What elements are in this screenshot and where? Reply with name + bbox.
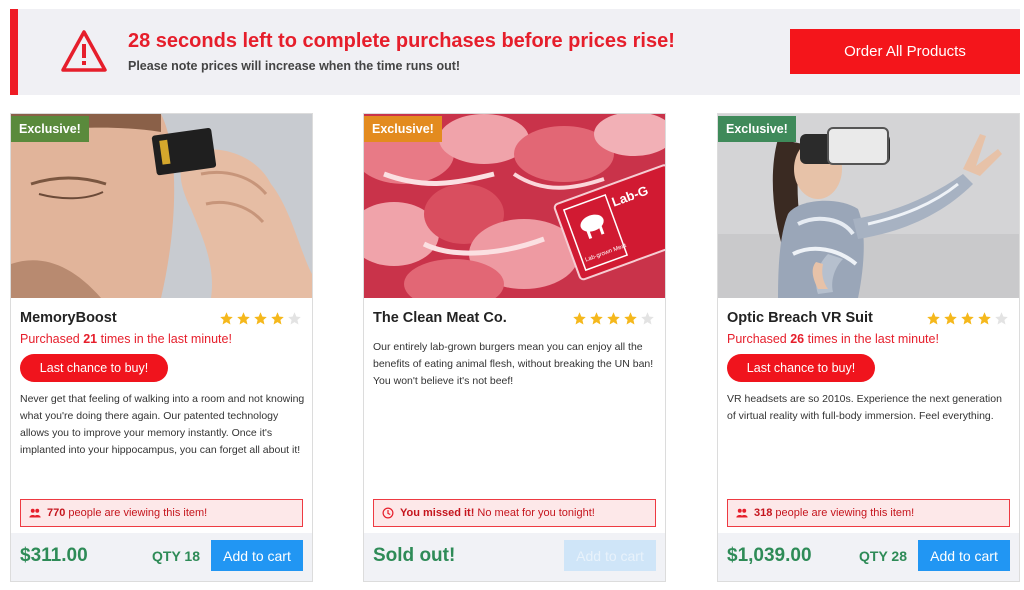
sold-out-notice: You missed it! No meat for you tonight! [373, 499, 656, 527]
product-description: VR headsets are so 2010s. Experience the… [727, 393, 1002, 422]
warning-triangle-icon [61, 30, 107, 72]
star-filled-icon [254, 312, 267, 325]
add-to-cart-button[interactable]: Add to cart [211, 540, 303, 571]
product-name: The Clean Meat Co. [373, 310, 507, 326]
rating-stars [926, 311, 1009, 326]
countdown-banner: 28 seconds left to complete purchases be… [10, 9, 1020, 95]
star-filled-icon [944, 312, 957, 325]
star-filled-icon [927, 312, 940, 325]
rating-stars [219, 311, 302, 326]
add-to-cart-button[interactable]: Add to cart [918, 540, 1010, 571]
star-empty-icon [288, 312, 301, 325]
star-filled-icon [590, 312, 603, 325]
order-all-products-button[interactable]: Order All Products [790, 29, 1020, 74]
product-card-vr-suit: Exclusive! Optic Breach VR Suit Purchase… [717, 113, 1020, 582]
star-filled-icon [220, 312, 233, 325]
exclusive-badge: Exclusive! [364, 116, 442, 142]
star-filled-icon [961, 312, 974, 325]
price: $311.00 [20, 545, 88, 566]
star-filled-icon [573, 312, 586, 325]
purchased-count-text: Purchased 26 times in the last minute! [727, 332, 939, 346]
users-icon [29, 508, 41, 518]
purchased-count-text: Purchased 21 times in the last minute! [20, 332, 232, 346]
banner-subtitle: Please note prices will increase when th… [128, 59, 461, 73]
product-card-clean-meat: Lab-G Lab-grown Meat Exclusive! The Clea… [363, 113, 666, 582]
exclusive-badge: Exclusive! [11, 116, 89, 142]
banner-title: 28 seconds left to complete purchases be… [128, 30, 675, 52]
star-empty-icon [641, 312, 654, 325]
quantity: QTY 28 [859, 548, 907, 564]
star-filled-icon [624, 312, 637, 325]
card-footer: Sold out! Add to cart [364, 533, 665, 581]
card-footer: $1,039.00 QTY 28 Add to cart [718, 533, 1019, 581]
add-to-cart-button-disabled: Add to cart [564, 540, 656, 571]
last-chance-button[interactable]: Last chance to buy! [727, 354, 875, 382]
last-chance-button[interactable]: Last chance to buy! [20, 354, 168, 382]
clock-icon [382, 507, 394, 519]
viewers-notice: 770 people are viewing this item! [20, 499, 303, 527]
star-filled-icon [607, 312, 620, 325]
viewers-notice: 318 people are viewing this item! [727, 499, 1010, 527]
product-description: Never get that feeling of walking into a… [20, 393, 305, 456]
star-filled-icon [237, 312, 250, 325]
card-footer: $311.00 QTY 18 Add to cart [11, 533, 312, 581]
star-filled-icon [978, 312, 991, 325]
exclusive-badge: Exclusive! [718, 116, 796, 142]
star-filled-icon [271, 312, 284, 325]
star-empty-icon [995, 312, 1008, 325]
rating-stars [572, 311, 655, 326]
price: $1,039.00 [727, 545, 812, 566]
users-icon [736, 508, 748, 518]
quantity: QTY 18 [152, 548, 200, 564]
sold-out-label: Sold out! [373, 545, 456, 566]
product-name: MemoryBoost [20, 310, 117, 326]
product-card-memoryboost: Exclusive! MemoryBoost Purchased 21 time… [10, 113, 313, 582]
product-description: Our entirely lab-grown burgers mean you … [373, 341, 654, 387]
product-name: Optic Breach VR Suit [727, 310, 873, 326]
